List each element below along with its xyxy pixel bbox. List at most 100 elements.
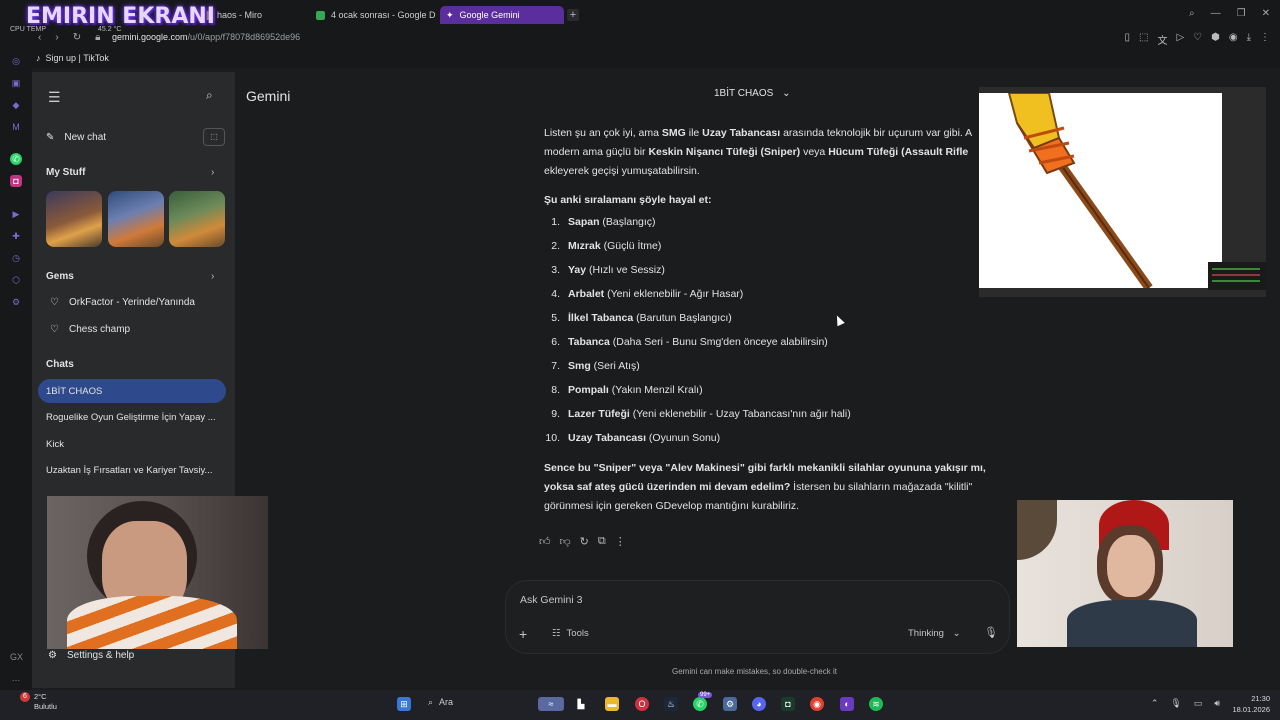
- search-highlight-icon[interactable]: ≈: [538, 697, 564, 711]
- app-icon[interactable]: ◘: [781, 697, 795, 711]
- windows-start-icon[interactable]: ⊞: [397, 697, 411, 711]
- my-stuff-thumbnail[interactable]: [46, 191, 102, 247]
- rail-settings-icon[interactable]: ⚙: [10, 296, 22, 308]
- rail-bag-icon[interactable]: ▣: [10, 77, 22, 89]
- tab-gemini[interactable]: ✦ Google Gemini: [440, 6, 564, 24]
- obs-icon[interactable]: ◐: [840, 697, 854, 711]
- list-number: 2.: [551, 240, 560, 252]
- meter-bar: [1212, 268, 1260, 270]
- search-icon[interactable]: ⌕: [206, 88, 213, 103]
- play-icon[interactable]: ▷: [1176, 32, 1184, 47]
- rail-more-icon[interactable]: …: [10, 672, 22, 684]
- list-name: Mızrak: [568, 240, 601, 252]
- list-name: Uzay Tabancası: [568, 432, 647, 444]
- forward-icon[interactable]: ›: [55, 32, 58, 43]
- my-stuff-thumbnail[interactable]: [169, 191, 225, 247]
- search-label: Ara: [439, 697, 454, 707]
- prompt-input[interactable]: Ask Gemini 3: [520, 594, 582, 606]
- chat-item[interactable]: Uzaktan İş Fırsatları ve Kariyer Tavsiy.…: [46, 465, 224, 476]
- chevron-right-icon[interactable]: ›: [211, 167, 214, 178]
- rail-pin-icon[interactable]: ✚: [10, 230, 22, 242]
- rail-gx-icon[interactable]: GX: [10, 651, 23, 663]
- chat-item[interactable]: Kick: [46, 439, 224, 450]
- chat-item-active[interactable]: 1BİT CHAOS: [46, 386, 224, 397]
- chat-title-dropdown[interactable]: 1BİT CHAOS ⌄: [714, 88, 790, 99]
- network-icon[interactable]: ▭: [1194, 698, 1203, 709]
- text: ekleyerek geçişi yumuşatabilirsin.: [544, 165, 700, 177]
- screenshot-icon[interactable]: ⬚: [1139, 32, 1148, 47]
- reload-icon[interactable]: ↻: [73, 32, 81, 43]
- list-number: 6.: [551, 336, 560, 348]
- volume-icon[interactable]: 🔊︎: [1214, 698, 1220, 709]
- rail-mail-icon[interactable]: M: [10, 121, 22, 133]
- gems-heading[interactable]: Gems: [46, 271, 74, 282]
- whatsapp-icon[interactable]: ✆: [10, 153, 22, 165]
- my-stuff-thumbnail[interactable]: [108, 191, 164, 247]
- spotify-icon[interactable]: ≋: [869, 697, 883, 711]
- search-icon: ⌕: [428, 697, 434, 707]
- text: arasında teknolojik bir uçurum var gibi.…: [780, 127, 973, 139]
- maximize-icon[interactable]: ❐: [1237, 8, 1246, 19]
- steam-icon[interactable]: ♨: [664, 697, 678, 711]
- profile-icon[interactable]: ◉: [1229, 32, 1238, 47]
- new-chat-button[interactable]: ✎ New chat: [46, 132, 106, 143]
- search-icon[interactable]: ⌕: [1189, 8, 1195, 19]
- copy-icon[interactable]: ⧉: [598, 535, 606, 548]
- mode-selector[interactable]: Thinking ⌄: [908, 628, 961, 639]
- download-icon[interactable]: ⤓: [1247, 32, 1251, 47]
- bookmark-tiktok[interactable]: ♪ Sign up | TikTok: [36, 53, 109, 63]
- chevron-right-icon[interactable]: ›: [211, 271, 214, 282]
- cpu-temp-label: CPU TEMP: [10, 26, 47, 33]
- new-tab-button[interactable]: +: [567, 9, 579, 21]
- thumbs-up-icon[interactable]: 👍︎: [539, 535, 551, 548]
- my-stuff-heading[interactable]: My Stuff: [46, 167, 85, 178]
- clock[interactable]: 21:30 18.01.2026: [1232, 693, 1270, 715]
- whatsapp-icon[interactable]: ✆: [693, 697, 707, 711]
- weather-widget[interactable]: 2°C Bulutlu: [34, 692, 57, 712]
- add-attachment-icon[interactable]: +: [519, 626, 527, 642]
- more-icon[interactable]: ⋮: [615, 535, 626, 548]
- hamburger-icon[interactable]: ☰: [48, 89, 61, 106]
- mic-icon[interactable]: 🎙︎: [1170, 698, 1181, 709]
- temporary-chat-icon[interactable]: ⬚: [203, 128, 225, 146]
- gem-item[interactable]: ♡ OrkFactor - Yerinde/Yanında: [50, 297, 195, 308]
- heart-icon[interactable]: ♡: [1193, 32, 1202, 47]
- extensions-icon[interactable]: ⬢: [1211, 32, 1220, 47]
- tab-google-drive[interactable]: 4 ocak sonrası - Google D: [310, 6, 442, 24]
- file-explorer-icon[interactable]: ▬: [605, 697, 619, 711]
- face: [1107, 535, 1155, 597]
- instagram-icon[interactable]: ◘: [10, 175, 22, 187]
- url-field[interactable]: gemini.google.com/u/0/app/f78078d86952de…: [112, 32, 300, 42]
- rail-history-icon[interactable]: ◷: [10, 252, 22, 264]
- gem-item[interactable]: ♡ Chess champ: [50, 324, 130, 335]
- list-desc: (Seri Atış): [590, 360, 640, 372]
- meter-bar: [1212, 274, 1260, 276]
- microphone-icon[interactable]: 🎙︎: [984, 626, 998, 639]
- tools-button[interactable]: ☷ Tools: [552, 628, 589, 639]
- chrome-icon[interactable]: ◉: [810, 697, 824, 711]
- chevron-up-icon[interactable]: ⌃: [1151, 698, 1159, 709]
- list-desc: (Başlangıç): [599, 216, 656, 228]
- rail-home-icon[interactable]: ◎: [10, 55, 22, 67]
- prompt-box[interactable]: [505, 580, 1010, 654]
- taskbar-search[interactable]: ⌕ Ara: [428, 697, 453, 708]
- response-actions: 👍︎ 👎︎ ↻ ⧉ ⋮: [539, 535, 626, 548]
- task-view-icon[interactable]: ▙: [574, 697, 588, 711]
- chat-item[interactable]: Roguelike Oyun Geliştirme İçin Yapay ...: [46, 412, 224, 423]
- back-icon[interactable]: ‹: [38, 32, 41, 43]
- menu-icon[interactable]: ⋮: [1260, 32, 1270, 47]
- minimize-icon[interactable]: —: [1211, 8, 1221, 19]
- discord-icon[interactable]: ◕: [752, 697, 766, 711]
- translate-icon[interactable]: 文: [1157, 32, 1167, 47]
- opera-gx-icon[interactable]: O: [635, 697, 649, 711]
- settings-help-button[interactable]: ⚙ Settings & help: [48, 650, 134, 661]
- rail-cube-icon[interactable]: ⬡: [10, 274, 22, 286]
- list-desc: (Barutun Başlangıcı): [633, 312, 732, 324]
- regenerate-icon[interactable]: ↻: [580, 535, 589, 548]
- rail-play-icon[interactable]: ▶: [10, 208, 22, 220]
- settings-app-icon[interactable]: ⚙: [723, 697, 737, 711]
- bookmark-icon[interactable]: ▯: [1124, 32, 1130, 47]
- close-icon[interactable]: ✕: [1262, 8, 1270, 19]
- rail-game-icon[interactable]: ◆: [10, 99, 22, 111]
- thumbs-down-icon[interactable]: 👎︎: [560, 535, 571, 548]
